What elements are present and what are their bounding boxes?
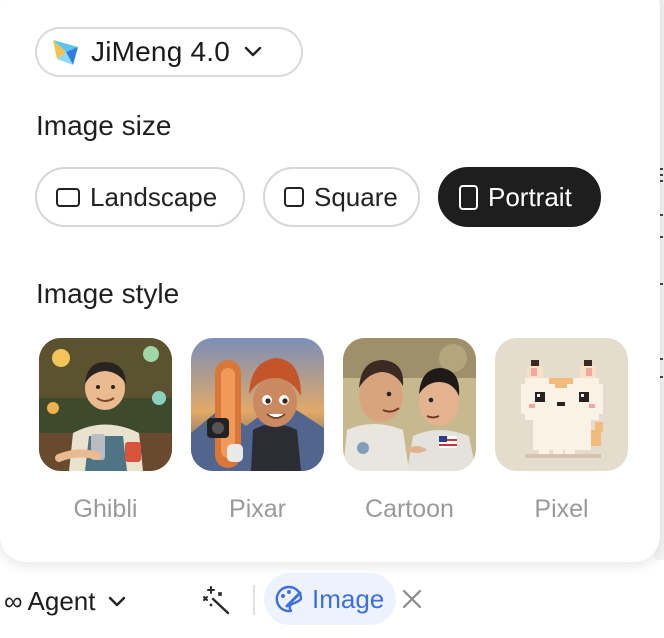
image-settings-popup: JiMeng 4.0 Image size Landscape Square P… [0,0,660,562]
ghibli-thumbnail [39,338,172,471]
image-style-title: Image style [36,278,180,309]
style-label: Ghibli [73,495,138,523]
agent-label: Agent [27,586,96,616]
style-pixel-card[interactable]: Pixel [495,338,628,524]
style-ghibli-card[interactable]: Ghibli [39,338,172,524]
infinity-icon: ∞ [4,586,23,616]
style-cartoon-card[interactable]: Cartoon [343,338,476,524]
model-selector[interactable]: JiMeng 4.0 [35,27,303,77]
cartoon-thumbnail [343,338,476,471]
square-icon [284,187,304,207]
chevron-down-icon [108,596,125,606]
magic-wand-icon[interactable] [201,585,231,615]
style-label: Pixel [534,495,589,523]
jimeng-logo-icon [53,40,78,65]
size-portrait-button[interactable]: Portrait [438,167,601,227]
toolbar-divider [253,585,255,615]
agent-selector[interactable]: ∞ Agent [4,586,126,617]
image-size-title: Image size [36,110,172,141]
close-icon[interactable] [400,587,424,611]
palette-icon [275,585,303,613]
size-option-label: Portrait [488,181,572,212]
style-label: Cartoon [365,495,454,523]
image-mode-chip[interactable]: Image [264,573,396,625]
landscape-icon [56,187,80,207]
portrait-icon [459,184,478,210]
chevron-down-icon [244,46,262,57]
size-option-label: Landscape [90,181,218,212]
style-label: Pixar [229,495,286,523]
size-square-button[interactable]: Square [263,167,420,227]
model-name: JiMeng 4.0 [91,36,230,67]
pixel-thumbnail [495,338,628,471]
size-option-label: Square [314,181,398,212]
pixar-thumbnail [191,338,324,471]
style-pixar-card[interactable]: Pixar [191,338,324,524]
image-mode-label: Image [312,583,385,614]
composer-toolbar: ∞ Agent Image [0,572,664,638]
size-landscape-button[interactable]: Landscape [35,167,245,227]
